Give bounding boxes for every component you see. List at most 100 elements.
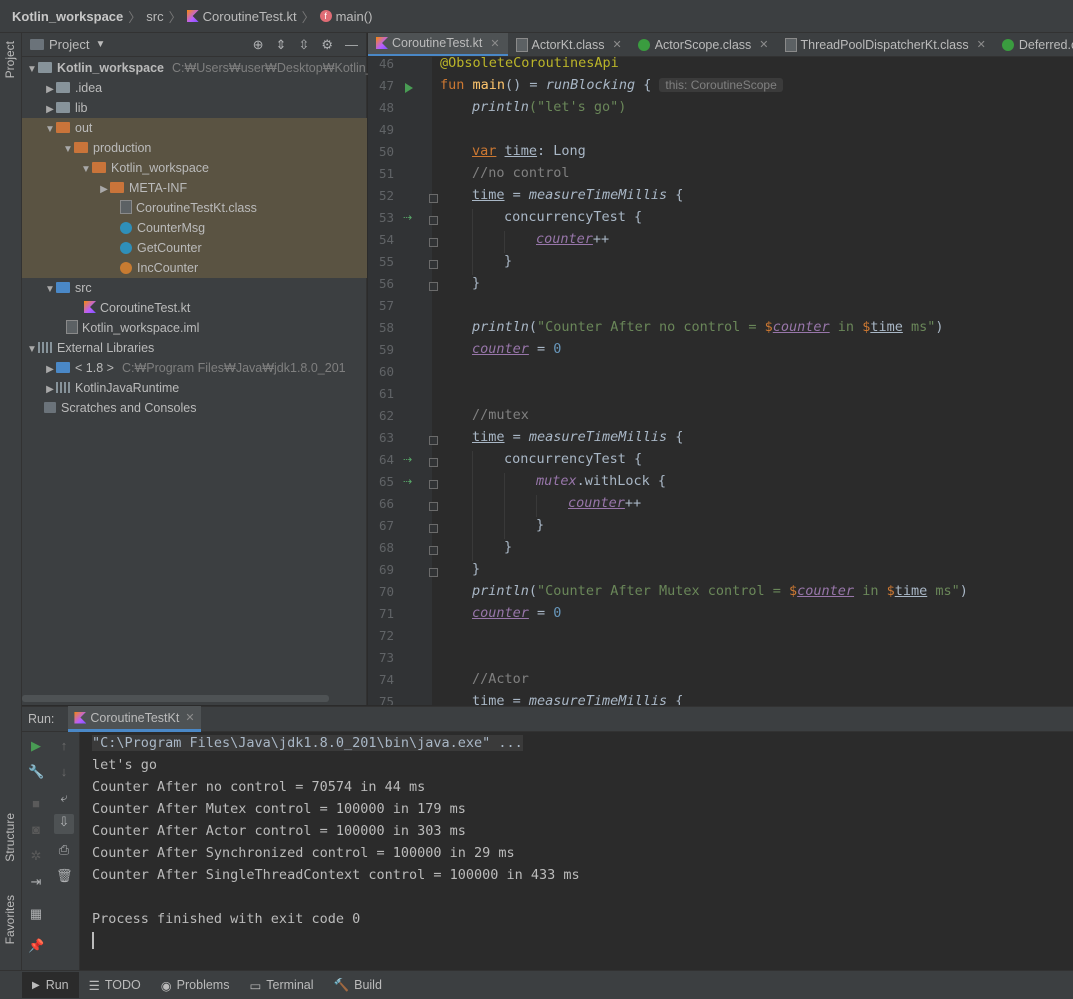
tree-item-idea[interactable]: ▶ .idea	[22, 78, 367, 98]
code-token: "Counter After Mutex control =	[537, 583, 790, 599]
pin-icon[interactable]: 📌	[28, 938, 44, 954]
code-editor[interactable]: 46 47 48 49 50 51 52 53 54 55 56 57 58 59 60 61 62 63 64 65…	[368, 57, 1073, 705]
tree-item-production[interactable]: ▼ production	[22, 138, 367, 158]
close-icon[interactable]: ✕	[490, 37, 499, 50]
tab-actorkt-class[interactable]: ActorKt.class ✕	[508, 33, 630, 56]
code-token: time	[472, 693, 505, 705]
fold-marker-icon[interactable]	[429, 568, 438, 577]
tree-item-inccounter[interactable]: IncCounter	[22, 258, 367, 278]
code-token: {	[667, 693, 684, 705]
hide-icon[interactable]: —	[345, 37, 358, 53]
rerun-icon[interactable]: ▶	[28, 738, 44, 754]
scroll-to-end-icon[interactable]: ⇩	[54, 814, 74, 834]
camera-icon[interactable]: ◙	[28, 822, 44, 838]
tree-item-scratches[interactable]: Scratches and Consoles	[22, 398, 367, 418]
run-tab[interactable]: CoroutineTestKt ✕	[68, 706, 201, 732]
console-output[interactable]: "C:\Program Files\Java\jdk1.8.0_201\bin\…	[80, 732, 1073, 970]
structure-tool-tab[interactable]: Structure	[3, 813, 17, 862]
line-number: 60	[378, 364, 394, 379]
print-icon[interactable]: ⎙	[56, 842, 72, 858]
suspend-call-icon: ⇢	[403, 454, 413, 466]
breadcrumb-function[interactable]: main()	[336, 9, 373, 24]
tree-label: IncCounter	[137, 261, 199, 275]
project-tool-tab[interactable]: Project	[3, 41, 17, 78]
code-token: ms"	[902, 319, 936, 335]
locate-icon[interactable]: ⊕	[253, 37, 264, 53]
fold-marker-icon[interactable]	[429, 216, 438, 225]
exit-icon[interactable]: ⇥	[28, 874, 44, 890]
tab-threadpooldispatcherkt-class[interactable]: ThreadPoolDispatcherKt.class ✕	[777, 33, 994, 56]
close-icon[interactable]: ✕	[612, 38, 621, 51]
tab-deferred-class[interactable]: Deferred.class	[994, 33, 1073, 56]
wrench-icon[interactable]: 🔧	[28, 764, 44, 780]
layout-icon[interactable]: ▦	[28, 906, 44, 922]
collapse-all-icon[interactable]: ⇳	[298, 37, 309, 53]
down-arrow-icon[interactable]: ↓	[56, 764, 72, 780]
tree-item-countermsg[interactable]: CounterMsg	[22, 218, 367, 238]
tree-item-lib[interactable]: ▶ lib	[22, 98, 367, 118]
fold-marker-icon[interactable]	[429, 436, 438, 445]
tab-actorscope-class[interactable]: ActorScope.class ✕	[630, 33, 777, 56]
close-icon[interactable]: ✕	[759, 38, 768, 51]
tree-label: KotlinJavaRuntime	[75, 381, 180, 395]
horizontal-scrollbar[interactable]	[22, 695, 329, 702]
tree-item-coroutinetest-kt[interactable]: CoroutineTest.kt	[22, 298, 367, 318]
fold-marker-icon[interactable]	[429, 194, 438, 203]
library-icon	[56, 382, 70, 393]
fold-marker-icon[interactable]	[429, 282, 438, 291]
tree-item-out[interactable]: ▼ out	[22, 118, 367, 138]
breadcrumb-src[interactable]: src	[146, 9, 163, 24]
fold-marker-icon[interactable]	[429, 524, 438, 533]
favorites-tool-tab[interactable]: Favorites	[3, 895, 17, 944]
gear-icon[interactable]: ⚙	[321, 37, 333, 53]
project-panel-title[interactable]: Project	[49, 37, 89, 52]
code-token: }	[504, 253, 513, 269]
tree-item-kotlin-workspace[interactable]: ▼ Kotlin_workspace	[22, 158, 367, 178]
fold-marker-icon[interactable]	[429, 238, 438, 247]
build-tool-button[interactable]: 🔨 Build	[324, 972, 392, 998]
code-token: counter	[536, 231, 593, 247]
terminal-tool-button[interactable]: ▭ Terminal	[239, 972, 323, 998]
code-line: time = measureTimeMillis {	[440, 429, 683, 445]
code-token: =	[504, 693, 529, 705]
tree-label: out	[75, 121, 93, 135]
problems-tool-button[interactable]: ◉ Problems	[151, 972, 240, 998]
fold-marker-icon[interactable]	[429, 480, 438, 489]
tree-item-src[interactable]: ▼ src	[22, 278, 367, 298]
tree-item-coroutinetestkt-class[interactable]: CoroutineTestKt.class	[22, 198, 367, 218]
run-tool-button[interactable]: ▶ Run	[22, 972, 79, 998]
tree-item-jdk[interactable]: ▶ < 1.8 > C:₩Program Files₩Java₩jdk1.8.0_2…	[22, 358, 367, 378]
tree-label: .idea	[75, 81, 103, 95]
close-icon[interactable]: ✕	[977, 38, 986, 51]
fold-marker-icon[interactable]	[429, 458, 438, 467]
editor-tabs: CoroutineTest.kt ✕ ActorKt.class ✕ ActorSc…	[368, 33, 1073, 57]
fold-marker-icon[interactable]	[429, 502, 438, 511]
settings-icon[interactable]: ✲	[28, 848, 44, 864]
tree-item-getcounter[interactable]: GetCounter	[22, 238, 367, 258]
expand-all-icon[interactable]: ⇕	[276, 37, 287, 53]
inlay-hint: this: CoroutineScope	[659, 78, 783, 92]
code-line: //no control	[440, 165, 570, 181]
chevron-down-icon[interactable]: ▼	[95, 39, 105, 50]
tree-item-meta-inf[interactable]: ▶ META-INF	[22, 178, 367, 198]
close-icon[interactable]: ✕	[185, 711, 194, 724]
breadcrumb-file[interactable]: CoroutineTest.kt	[203, 9, 297, 24]
indent-guide	[472, 209, 473, 275]
line-number: 48	[378, 100, 394, 115]
code-token: () =	[505, 77, 546, 93]
stop-icon[interactable]: ■	[28, 796, 44, 812]
todo-tool-button[interactable]: ☰ TODO	[79, 972, 151, 998]
fold-marker-icon[interactable]	[429, 260, 438, 269]
code-token: 0	[553, 605, 562, 621]
soft-wrap-icon[interactable]: ⤶	[56, 790, 72, 806]
trash-icon[interactable]: 🗑	[56, 868, 73, 884]
fold-marker-icon[interactable]	[429, 546, 438, 555]
tree-item-root[interactable]: ▼ Kotlin_workspace C:₩Users₩user₩Desktop₩K…	[22, 58, 393, 78]
breadcrumb-project[interactable]: Kotlin_workspace	[12, 9, 123, 24]
tree-item-iml[interactable]: Kotlin_workspace.iml	[22, 318, 367, 338]
tree-item-kotlinjavaruntime[interactable]: ▶ KotlinJavaRuntime	[22, 378, 367, 398]
tree-item-external-libraries[interactable]: ▼ External Libraries	[22, 338, 367, 358]
run-gutter-icon[interactable]	[405, 83, 413, 93]
up-arrow-icon[interactable]: ↑	[56, 738, 72, 754]
tab-coroutinetest-kt[interactable]: CoroutineTest.kt ✕	[368, 33, 508, 56]
